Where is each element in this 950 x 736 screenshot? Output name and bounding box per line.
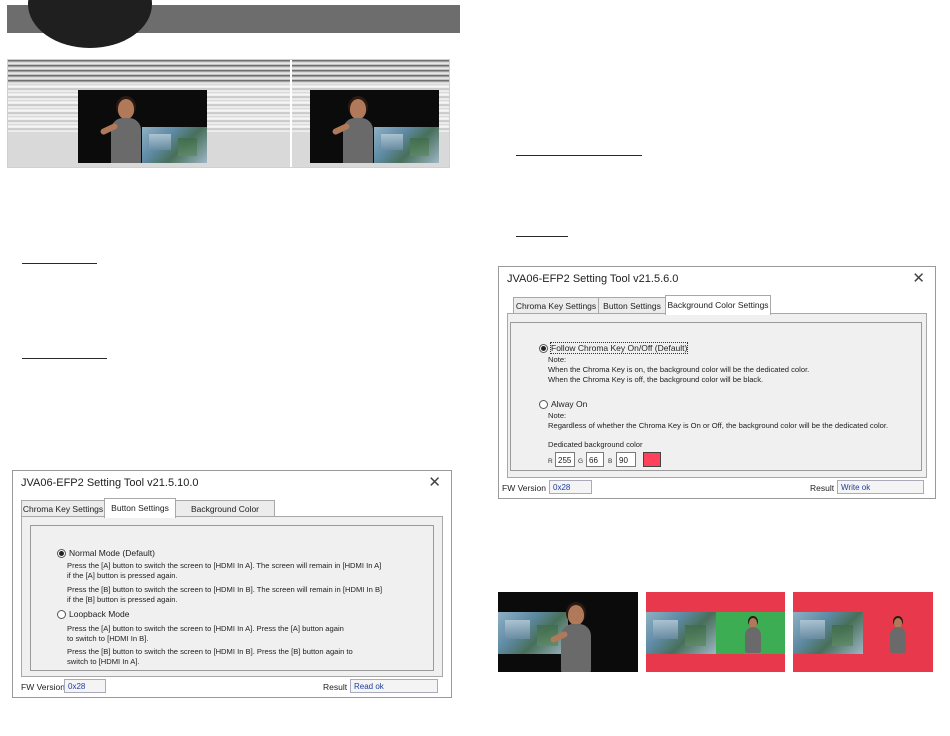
tab-background-color-settings[interactable]: Background Color Settings	[665, 295, 771, 315]
tab-strip: Chroma Key Settings Button Settings Back…	[507, 295, 807, 315]
green-key-inset	[716, 612, 785, 654]
radio-unselected-icon	[57, 609, 66, 619]
g-label: G	[578, 458, 584, 465]
pip-inset-left	[142, 127, 207, 163]
normal-mode-line-2: if the [A] button is pressed again.	[67, 571, 178, 580]
tab-chroma-key-settings[interactable]: Chroma Key Settings	[21, 500, 105, 517]
button-settings-dialog: JVA06-EFP2 Setting Tool v21.5.10.0 ✕ Chr…	[12, 470, 452, 698]
always-note-title: Note:	[548, 411, 567, 420]
heading-underline-4	[516, 236, 568, 237]
fw-version-field: 0x28	[549, 480, 592, 494]
follow-note-line-1: When the Chroma Key is on, the backgroun…	[548, 365, 810, 374]
heading-underline-3	[516, 155, 642, 156]
radio-normal-mode[interactable]: Normal Mode (Default)	[57, 548, 155, 558]
loopback-line-4: switch to [HDMI In A].	[67, 657, 140, 666]
fw-version-field: 0x28	[64, 679, 106, 693]
radio-unselected-icon	[539, 399, 548, 409]
loopback-line-3: Press the [B] button to switch the scree…	[67, 647, 353, 656]
tab-strip: Chroma Key Settings Button Settings Back…	[21, 498, 321, 530]
normal-mode-line-3: Press the [B] button to switch the scree…	[67, 585, 383, 594]
radio-loopback-mode[interactable]: Loopback Mode	[57, 609, 130, 619]
dialog-title: JVA06-EFP2 Setting Tool v21.5.6.0	[507, 273, 679, 285]
normal-mode-line-1: Press the [A] button to switch the scree…	[67, 561, 382, 570]
radio-label: Follow Chroma Key On/Off (Default)	[549, 342, 689, 354]
tab-panel: Follow Chroma Key On/Off (Default) Note:…	[507, 313, 927, 478]
options-group: Follow Chroma Key On/Off (Default) Note:…	[510, 322, 922, 471]
loopback-line-2: to switch to [HDMI In B].	[67, 634, 149, 643]
signal-comparison-figure	[7, 59, 450, 168]
scene-left	[78, 90, 207, 163]
header-disc-decoration	[28, 0, 152, 48]
r-label: R	[548, 458, 553, 465]
scene-right	[310, 90, 439, 163]
thumbnail-office-scene	[793, 612, 863, 654]
follow-note-title: Note:	[548, 355, 567, 364]
tab-chroma-key-settings[interactable]: Chroma Key Settings	[513, 297, 599, 314]
b-value-input[interactable]: 90	[616, 452, 636, 467]
pip-inset-right	[374, 127, 439, 163]
dialog-title: JVA06-EFP2 Setting Tool v21.5.10.0	[21, 477, 199, 489]
r-value-input[interactable]: 255	[555, 452, 575, 467]
figure-divider	[290, 60, 292, 167]
noise-stripe-top	[8, 60, 449, 84]
dedicated-color-label: Dedicated background color	[548, 440, 643, 449]
fw-version-label: FW Version :	[502, 483, 551, 493]
thumbnail-black-background	[498, 592, 638, 672]
radio-label: Alway On	[551, 399, 588, 409]
background-color-settings-dialog: JVA06-EFP2 Setting Tool v21.5.6.0 ✕ Chro…	[498, 266, 936, 499]
heading-underline-2	[22, 358, 107, 359]
b-label: B	[608, 458, 613, 465]
close-icon[interactable]: ✕	[912, 269, 925, 287]
radio-follow-chroma-key[interactable]: Follow Chroma Key On/Off (Default)	[539, 342, 689, 354]
radio-label: Normal Mode (Default)	[69, 548, 155, 558]
normal-mode-line-4: if the [B] button is pressed again.	[67, 595, 178, 604]
radio-selected-icon	[539, 343, 548, 353]
loopback-line-1: Press the [A] button to switch the scree…	[67, 624, 344, 633]
result-field: Read ok	[350, 679, 438, 693]
result-label: Result :	[323, 682, 352, 692]
radio-label: Loopback Mode	[69, 609, 130, 619]
thumbnail-red-background	[793, 592, 933, 672]
thumbnail-red-background-green-key	[646, 592, 785, 672]
always-note-line-1: Regardless of whether the Chroma Key is …	[548, 421, 889, 430]
fw-version-label: FW Version :	[21, 682, 70, 692]
follow-note-line-2: When the Chroma Key is off, the backgrou…	[548, 375, 764, 384]
thumbnail-office-scene	[646, 612, 716, 654]
tab-panel: Normal Mode (Default) Press the [A] butt…	[21, 516, 443, 677]
color-swatch[interactable]	[643, 452, 661, 467]
radio-always-on[interactable]: Alway On	[539, 399, 587, 409]
options-group: Normal Mode (Default) Press the [A] butt…	[30, 525, 434, 671]
heading-underline-1	[22, 263, 97, 264]
tab-button-settings[interactable]: Button Settings	[104, 498, 176, 518]
result-label: Result :	[810, 483, 839, 493]
result-field: Write ok	[837, 480, 924, 494]
g-value-input[interactable]: 66	[586, 452, 604, 467]
tab-background-color-settings[interactable]: Background Color Settings	[175, 500, 275, 530]
tab-button-settings[interactable]: Button Settings	[598, 297, 666, 314]
radio-selected-icon	[57, 548, 66, 558]
close-icon[interactable]: ✕	[428, 473, 441, 491]
